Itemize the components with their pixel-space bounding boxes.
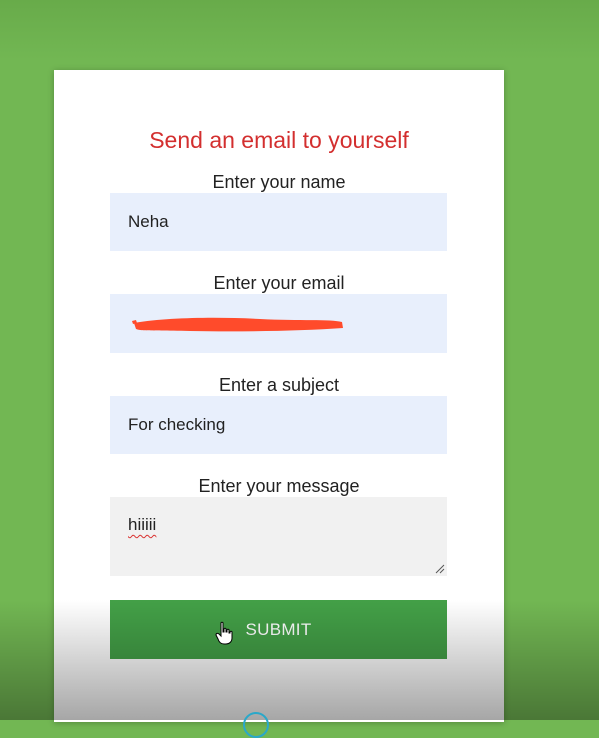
subject-input[interactable]: For checking <box>110 396 447 454</box>
subject-input-value: For checking <box>128 415 226 434</box>
name-input[interactable]: Neha <box>110 193 447 251</box>
email-input[interactable] <box>110 294 447 353</box>
hand-pointer-cursor-icon <box>215 621 233 645</box>
submit-button[interactable]: SUBMIT <box>110 600 447 659</box>
background-shade <box>0 0 599 60</box>
subject-label: Enter a subject <box>218 375 340 395</box>
name-label: Enter your name <box>212 172 346 192</box>
redaction-scribble <box>132 317 343 332</box>
form-title: Send an email to yourself <box>149 127 409 153</box>
email-form-card: Send an email to yourself Enter your nam… <box>54 70 504 722</box>
name-input-value: Neha <box>128 212 169 231</box>
message-textarea-value: hiiiii <box>128 515 157 534</box>
email-label: Enter your email <box>213 273 345 293</box>
submit-button-label: SUBMIT <box>245 619 312 639</box>
resize-grip-icon[interactable] <box>435 564 445 574</box>
partial-circle-icon <box>243 712 269 738</box>
message-textarea[interactable]: hiiiii <box>110 497 447 576</box>
message-label: Enter your message <box>198 476 360 496</box>
